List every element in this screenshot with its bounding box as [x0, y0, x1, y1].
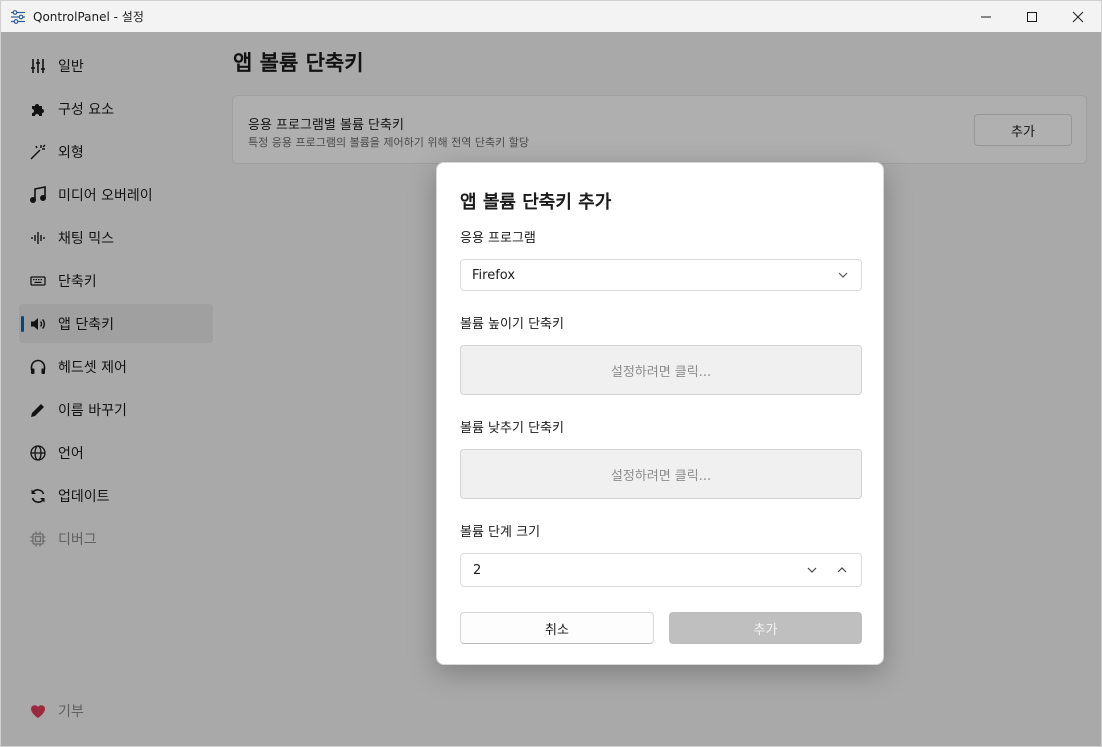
step-size-value: 2 [473, 563, 482, 578]
chevron-down-icon [807, 567, 817, 573]
decrement-button[interactable] [801, 560, 823, 580]
increment-button[interactable] [831, 560, 853, 580]
app-select[interactable]: Firefox [460, 259, 862, 291]
app-select-value: Firefox [472, 267, 516, 283]
step-size-label: 볼륨 단계 크기 [460, 525, 541, 540]
app-sliders-icon [10, 9, 26, 25]
minimize-button[interactable] [963, 1, 1009, 32]
maximize-icon [1027, 11, 1037, 22]
volume-down-hotkey-button[interactable]: 설정하려면 클릭... [460, 449, 862, 499]
cancel-button[interactable]: 취소 [460, 612, 654, 644]
volume-up-label: 볼륨 높이기 단축키 [460, 317, 564, 332]
settings-window: QontrolPanel - 설정 일반 구성 요소 외형 미디어 오버레이 채… [0, 0, 1102, 747]
add-app-shortcut-dialog: 앱 볼륨 단축키 추가 응용 프로그램 Firefox 볼륨 높이기 단축키 설… [436, 162, 884, 665]
close-button[interactable] [1055, 1, 1101, 32]
window-title: QontrolPanel - 설정 [33, 10, 144, 24]
maximize-button[interactable] [1009, 1, 1055, 32]
chevron-up-icon [837, 567, 847, 573]
title-bar: QontrolPanel - 설정 [1, 1, 1101, 32]
dialog-title: 앱 볼륨 단축키 추가 [460, 192, 612, 213]
app-label: 응용 프로그램 [460, 231, 536, 246]
add-button[interactable]: 추가 [669, 612, 862, 644]
step-size-spinbox[interactable]: 2 [460, 553, 862, 587]
minimize-icon [981, 16, 991, 17]
volume-up-hotkey-button[interactable]: 설정하려면 클릭... [460, 345, 862, 395]
volume-down-label: 볼륨 낮추기 단축키 [460, 421, 564, 436]
chevron-down-icon [838, 272, 848, 278]
close-icon [1072, 11, 1084, 22]
